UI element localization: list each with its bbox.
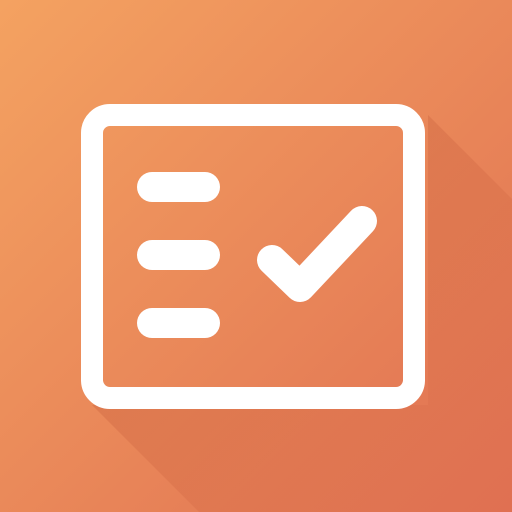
checklist-icon (0, 0, 512, 512)
checklist-app-icon (0, 0, 512, 512)
